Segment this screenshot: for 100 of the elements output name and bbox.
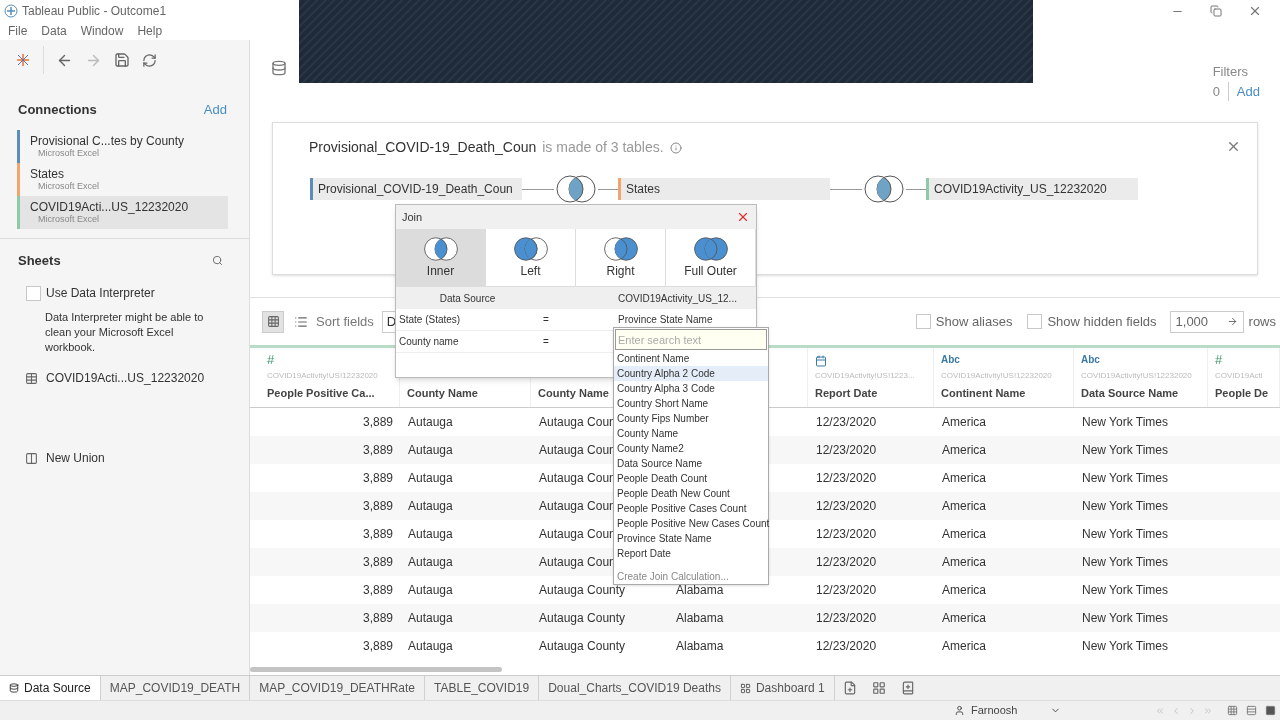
dropdown-option[interactable]: Report Date (614, 546, 768, 561)
close-icon[interactable] (1226, 139, 1241, 154)
number-type-icon[interactable]: # (1215, 352, 1223, 367)
dropdown-option[interactable]: Country Alpha 3 Code (614, 381, 768, 396)
refresh-icon[interactable] (142, 52, 157, 68)
interpreter-checkbox[interactable] (26, 285, 41, 301)
new-sheet-icon[interactable] (842, 681, 857, 695)
column-header[interactable]: Abc COVID19Activity!US!12232020 Continent Name (934, 348, 1074, 407)
date-type-icon[interactable] (815, 354, 827, 367)
right-field[interactable]: Province State Name (614, 312, 713, 327)
join-calculation-link[interactable]: Create Join Calculation... (614, 569, 768, 584)
dropdown-option[interactable]: County Name (614, 426, 768, 441)
rows-view-icon[interactable] (1246, 705, 1257, 716)
table-cell: Autauga (408, 471, 453, 485)
dropdown-option[interactable]: Province State Name (614, 531, 768, 546)
filters-label: Filters (1212, 63, 1249, 81)
dropdown-option[interactable]: People Positive Cases Count (614, 501, 768, 516)
arrow-icon[interactable] (1226, 316, 1238, 327)
window-title: Tableau Public - Outcome1 (22, 3, 167, 20)
join-operator[interactable]: = (539, 312, 614, 327)
table-cell: America (942, 611, 986, 625)
join-type-button[interactable]: Inner (396, 229, 486, 286)
connection-item[interactable]: COVID19Acti...US_12232020 Microsoft Excel (17, 195, 228, 229)
dropdown-option[interactable]: Data Source Name (614, 456, 768, 471)
join-operator[interactable]: = (539, 334, 614, 349)
table-cell: New York Times (1082, 499, 1169, 513)
database-icon[interactable] (271, 60, 287, 76)
table-cell: America (942, 639, 986, 653)
string-type-icon[interactable]: Abc (1081, 352, 1100, 367)
table-cell: 3,889 (362, 583, 393, 597)
table-cell: 12/23/2020 (816, 583, 877, 597)
table-cell: Autauga (408, 611, 453, 625)
string-type-icon[interactable]: Abc (941, 352, 960, 367)
left-join-icon (511, 235, 550, 262)
table-pill[interactable]: States (618, 178, 830, 200)
search-icon[interactable] (212, 254, 223, 266)
restore-icon[interactable] (1210, 5, 1222, 17)
column-header[interactable]: # COVID19Acti People De (1208, 348, 1280, 407)
dropdown-option[interactable]: County Fips Number (614, 411, 768, 426)
table-cell: America (942, 415, 986, 429)
table-cell: 3,889 (362, 499, 393, 513)
hidden-fields-checkbox[interactable] (1027, 314, 1043, 329)
dropdown-option[interactable]: Country Alpha 2 Code (614, 366, 768, 381)
dropdown-option[interactable]: County Name2 (614, 441, 768, 456)
interpreter-label: Use Data Interpreter (46, 285, 155, 302)
filters-count: 0 (1212, 81, 1229, 101)
table-cell: 3,889 (362, 639, 393, 653)
menu-item[interactable]: Help (137, 22, 163, 40)
dropdown-option[interactable]: Continent Name (614, 351, 768, 366)
column-header[interactable]: Abc COVID19Activity!US!12232020 Data Source Name (1074, 348, 1208, 407)
table-cell: 3,889 (362, 471, 393, 485)
table-pill[interactable]: COVID19Activity_US_12232020 (926, 178, 1138, 200)
table-cell: 3,889 (362, 415, 393, 429)
single-view-icon[interactable] (1265, 705, 1276, 716)
table-cell: New York Times (1082, 555, 1169, 569)
info-icon[interactable] (669, 141, 682, 154)
table-cell: 12/23/2020 (816, 443, 877, 457)
grid-view-button[interactable] (262, 310, 284, 333)
connection-item[interactable]: Provisional C...tes by County Microsoft Excel (17, 129, 228, 163)
menu-item[interactable]: Data (41, 22, 67, 40)
menu-item[interactable]: File (8, 22, 28, 40)
rows-input[interactable]: 1,000 (1169, 310, 1244, 333)
dropdown-option[interactable]: People Positive New Cases Count (614, 516, 768, 531)
sheet-tab[interactable]: Data Source (0, 676, 101, 700)
table-cell: Alabama (676, 611, 724, 625)
new-dashboard-icon[interactable] (871, 681, 886, 695)
save-icon[interactable] (114, 52, 130, 68)
left-field[interactable]: State (States) (396, 312, 539, 327)
section-heading: Connections (18, 101, 97, 119)
close-icon[interactable] (736, 210, 750, 224)
table-cell: 12/23/2020 (816, 415, 877, 429)
aliases-checkbox[interactable] (915, 314, 931, 329)
canvas-title: Provisional_COVID-19_Death_Coun (309, 138, 537, 157)
sheet-item[interactable]: COVID19Acti...US_12232020 (25, 369, 249, 387)
grid-view-icon[interactable] (1227, 705, 1238, 716)
new-union-item[interactable]: New Union (25, 449, 249, 467)
section-heading: Sheets (18, 251, 61, 270)
column-name: People De (1215, 385, 1269, 401)
table-cell: Autauga County (539, 611, 626, 625)
number-type-icon[interactable]: # (267, 352, 275, 367)
column-header[interactable]: COVID19Activity!US!1223... Report Date (808, 348, 934, 407)
scrollbar-thumb[interactable] (250, 666, 502, 672)
dropdown-option[interactable]: People Death New Count (614, 486, 768, 501)
left-field[interactable]: County name (396, 334, 539, 349)
table-cell: Autauga County (539, 583, 626, 597)
table-cell: Autauga (408, 555, 453, 569)
table-pill[interactable]: Provisional_COVID-19_Death_Coun (310, 178, 522, 200)
table-cell: America (942, 443, 986, 457)
dropdown-option[interactable]: Country Short Name (614, 396, 768, 411)
menu-item[interactable]: Window (80, 22, 124, 40)
filters-add-link[interactable]: Add (1228, 81, 1260, 101)
user-menu[interactable]: Farnoosh (950, 702, 1065, 719)
table-cell: 12/23/2020 (816, 639, 877, 653)
dropdown-option[interactable]: People Death Count (614, 471, 768, 486)
close-icon[interactable] (1248, 4, 1262, 18)
new-story-icon[interactable] (900, 681, 915, 695)
list-view-icon[interactable] (294, 314, 308, 329)
tableau-logo-icon[interactable] (15, 52, 31, 68)
dashboard-icon (739, 682, 751, 694)
search-field[interactable]: Enter search text (615, 329, 767, 350)
